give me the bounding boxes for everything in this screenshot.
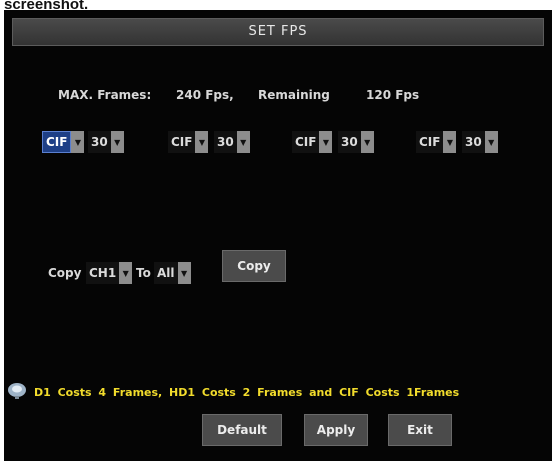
channel-1-fps-value: 30 [88, 131, 111, 153]
copy-to-label: To [136, 266, 151, 280]
dropdown-arrow-icon: ▼ [177, 262, 191, 284]
copy-to-select[interactable]: All ▼ [154, 262, 191, 284]
channel-1-fps-select[interactable]: 30 ▼ [88, 131, 124, 153]
channel-3-resolution-value: CIF [292, 131, 320, 153]
channel-4-fps-select[interactable]: 30 ▼ [462, 131, 498, 153]
max-frames-value: 240 Fps, [176, 88, 234, 102]
channel-2-fps-value: 30 [214, 131, 237, 153]
apply-button[interactable]: Apply [304, 414, 368, 446]
default-button[interactable]: Default [202, 414, 282, 446]
dropdown-arrow-icon: ▼ [360, 131, 374, 153]
dropdown-arrow-icon: ▼ [484, 131, 498, 153]
dialog-title: SET FPS [12, 18, 544, 46]
frame-cost-hint: D1 Costs 4 Frames, HD1 Costs 2 Frames an… [34, 386, 460, 399]
copy-button[interactable]: Copy [222, 250, 286, 282]
set-fps-dialog: SET FPS MAX. Frames: 240 Fps, Remaining … [4, 10, 552, 461]
exit-button[interactable]: Exit [388, 414, 452, 446]
copy-label: Copy [48, 266, 82, 280]
remaining-value: 120 Fps [366, 88, 420, 102]
channel-2-resolution-select[interactable]: CIF ▼ [168, 131, 209, 153]
channel-3-resolution-select[interactable]: CIF ▼ [292, 131, 333, 153]
dropdown-arrow-icon: ▼ [195, 131, 209, 153]
channel-2-fps-select[interactable]: 30 ▼ [214, 131, 250, 153]
channel-1-resolution-value: CIF [42, 131, 72, 153]
page-header: screenshot. [4, 0, 89, 10]
channel-3-fps-value: 30 [338, 131, 361, 153]
remaining-label: Remaining [258, 88, 330, 102]
dropdown-arrow-icon: ▼ [71, 131, 85, 153]
channel-4-fps-value: 30 [462, 131, 485, 153]
channel-1-resolution-select[interactable]: CIF ▼ [42, 131, 85, 153]
channel-4-resolution-select[interactable]: CIF ▼ [416, 131, 457, 153]
max-frames-label: MAX. Frames: [58, 88, 152, 102]
channel-4-resolution-value: CIF [416, 131, 444, 153]
copy-from-select[interactable]: CH1 ▼ [86, 262, 133, 284]
channel-2-resolution-value: CIF [168, 131, 196, 153]
copy-to-value: All [154, 262, 178, 284]
channel-3-fps-select[interactable]: 30 ▼ [338, 131, 374, 153]
dropdown-arrow-icon: ▼ [236, 131, 250, 153]
copy-from-value: CH1 [86, 262, 120, 284]
dropdown-arrow-icon: ▼ [119, 262, 133, 284]
dropdown-arrow-icon: ▼ [319, 131, 333, 153]
info-bulb-icon [8, 383, 26, 399]
dropdown-arrow-icon: ▼ [110, 131, 124, 153]
dropdown-arrow-icon: ▼ [443, 131, 457, 153]
